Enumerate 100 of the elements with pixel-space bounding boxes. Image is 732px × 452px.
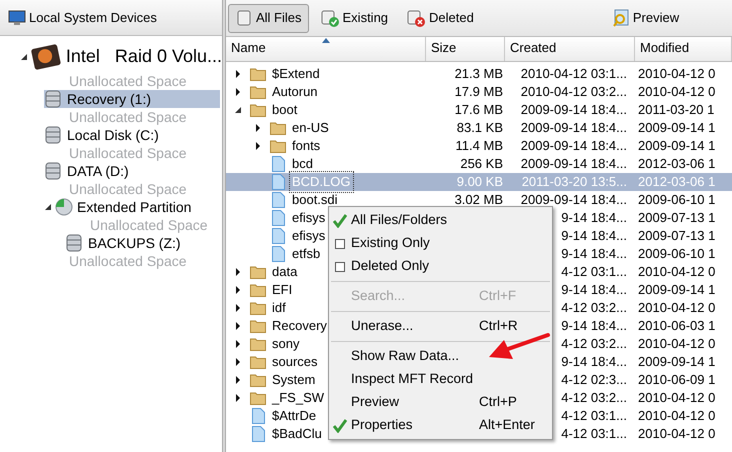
- expand-arrow-icon[interactable]: [254, 124, 262, 132]
- menu-item[interactable]: Existing Only: [351, 233, 479, 254]
- menu-item[interactable]: Preview: [351, 392, 479, 413]
- drive-icon: [66, 234, 82, 252]
- created-cell: 4-12 03:2...: [561, 336, 627, 352]
- expand-arrow-icon[interactable]: [254, 142, 262, 150]
- shortcut-text: Ctrl+F: [479, 287, 516, 306]
- expand-arrow-icon[interactable]: [234, 88, 242, 96]
- file-name[interactable]: idf: [270, 298, 288, 318]
- created-cell: 4-12 02:3...: [561, 372, 627, 388]
- expand-arrow-icon[interactable]: [234, 394, 242, 402]
- file-name[interactable]: $Extend: [270, 64, 322, 84]
- menu-item[interactable]: Unerase...: [351, 316, 479, 337]
- created-cell: 2009-09-14 18:4...: [520, 102, 627, 118]
- file-icon: [272, 210, 284, 226]
- file-icon: [272, 156, 284, 172]
- modified-cell: 2009-09-14 1: [638, 282, 716, 298]
- file-name[interactable]: data: [270, 262, 300, 282]
- disk-label[interactable]: Intel Raid 0 Volu...: [66, 43, 222, 70]
- modified-cell: 2009-09-14 1: [638, 354, 716, 370]
- file-name[interactable]: fonts: [290, 136, 322, 156]
- annotation-arrow: [486, 330, 552, 362]
- created-cell: 4-12 03:2...: [561, 390, 627, 406]
- collapse-arrow-icon[interactable]: [234, 106, 242, 114]
- column-header[interactable]: Modified: [635, 37, 732, 61]
- toolbar-button[interactable]: Existing: [312, 4, 396, 32]
- menu-item[interactable]: Deleted Only: [351, 256, 479, 277]
- created-cell: 9-14 18:4...: [561, 282, 627, 298]
- folder-icon: [270, 139, 286, 153]
- column-header[interactable]: Size: [426, 37, 505, 61]
- menu-item[interactable]: Properties: [351, 415, 479, 436]
- file-name[interactable]: efisys: [290, 226, 328, 246]
- created-cell: 4-12 03:1...: [561, 426, 627, 442]
- modified-cell: 2011-03-20 1: [638, 102, 714, 118]
- tree-item[interactable]: BACKUPS (Z:): [44, 234, 220, 252]
- size-cell: 256 KB: [460, 156, 503, 172]
- created-cell: 2009-09-14 18:4...: [520, 192, 627, 208]
- folder-icon: [250, 355, 266, 369]
- modified-cell: 2010-04-12 0: [638, 390, 716, 406]
- created-cell: 9-14 18:4...: [561, 354, 627, 370]
- modified-cell: 2009-07-13 1: [638, 228, 716, 244]
- file-name[interactable]: $AttrDe: [270, 406, 318, 426]
- file-name[interactable]: en-US: [290, 118, 331, 138]
- expand-arrow-icon[interactable]: [234, 322, 242, 330]
- modified-cell: 2009-06-10 1: [638, 246, 716, 262]
- column-header[interactable]: Name: [226, 37, 426, 61]
- expand-arrow-icon[interactable]: [234, 70, 242, 78]
- folder-icon: [250, 373, 266, 387]
- modified-cell: 2010-06-09 1: [638, 372, 716, 388]
- expand-arrow-icon[interactable]: [234, 268, 242, 276]
- file-name[interactable]: sony: [270, 334, 302, 354]
- file-name[interactable]: etfsb: [290, 244, 322, 264]
- file-name[interactable]: System: [270, 370, 318, 390]
- toolbar-button[interactable]: Deleted: [399, 4, 481, 32]
- toolbar-button[interactable]: Preview: [604, 4, 686, 32]
- collapse-arrow-icon[interactable]: [44, 203, 52, 211]
- size-cell: 11.4 MB: [456, 138, 503, 154]
- tree-item[interactable]: Recovery (1:): [44, 90, 220, 108]
- file-icon: [272, 192, 284, 208]
- collapse-arrow-icon[interactable]: [20, 52, 28, 60]
- shortcut-text: Alt+Enter: [479, 416, 535, 434]
- modified-cell: 2012-03-06 1: [638, 156, 716, 172]
- modified-cell: 2010-04-12 0: [638, 408, 716, 424]
- file-name[interactable]: boot.sdi: [290, 190, 340, 210]
- column-header[interactable]: Created: [505, 37, 635, 61]
- modified-cell: 2010-04-12 0: [638, 336, 716, 352]
- checkbox-icon[interactable]: [335, 262, 345, 272]
- modified-cell: 2012-03-06 1: [638, 174, 716, 190]
- tree-item[interactable]: Extended Partition: [44, 198, 220, 216]
- checkbox-icon[interactable]: [335, 238, 345, 248]
- modified-cell: 2009-09-14 1: [638, 120, 716, 136]
- menu-item[interactable]: Show Raw Data...: [351, 346, 479, 367]
- preview-icon: [612, 9, 630, 27]
- file-name[interactable]: bcd: [290, 154, 315, 174]
- toolbar-button[interactable]: All Files: [228, 4, 309, 32]
- tree-item[interactable]: Local Disk (C:): [44, 126, 220, 144]
- expand-arrow-icon[interactable]: [234, 340, 242, 348]
- shortcut-text: Ctrl+R: [479, 317, 518, 336]
- expand-arrow-icon[interactable]: [234, 358, 242, 366]
- modified-cell: 2010-06-03 1: [638, 318, 716, 334]
- file-name[interactable]: sources: [270, 352, 320, 372]
- monitor-icon: [8, 10, 26, 26]
- tree-item[interactable]: DATA (D:): [44, 162, 220, 180]
- expand-arrow-icon[interactable]: [234, 304, 242, 312]
- modified-cell: 2010-04-12 0: [638, 426, 716, 442]
- expand-arrow-icon[interactable]: [234, 286, 242, 294]
- created-cell: 9-14 18:4...: [561, 228, 627, 244]
- menu-item[interactable]: Inspect MFT Record: [351, 369, 479, 390]
- file-name[interactable]: Recovery: [270, 316, 329, 336]
- drive-icon: [45, 90, 61, 108]
- file-name[interactable]: EFI: [270, 280, 294, 300]
- file-name[interactable]: $BadClu: [270, 424, 324, 444]
- file-name[interactable]: _FS_SW: [270, 388, 326, 408]
- file-name[interactable]: Autorun: [270, 82, 320, 102]
- file-name[interactable]: boot: [270, 100, 300, 120]
- file-name[interactable]: efisys: [290, 208, 328, 228]
- created-cell: 2009-09-14 18:4...: [520, 120, 627, 136]
- expand-arrow-icon[interactable]: [234, 376, 242, 384]
- menu-item[interactable]: All Files/Folders: [351, 210, 479, 231]
- created-cell: 2010-04-12 03:1...: [520, 66, 627, 82]
